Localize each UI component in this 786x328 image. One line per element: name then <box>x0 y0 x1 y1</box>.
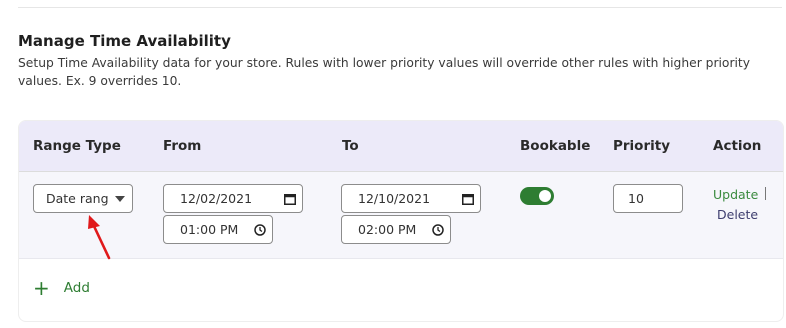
header-bookable: Bookable <box>520 138 591 154</box>
caret-down-icon <box>108 195 132 202</box>
top-divider <box>18 7 782 8</box>
table-header: Range Type From To Bookable Priority Act… <box>19 121 783 172</box>
availability-table: Range Type From To Bookable Priority Act… <box>18 120 784 322</box>
to-time-input[interactable]: 02:00 PM <box>341 215 451 244</box>
clock-icon[interactable] <box>426 223 450 236</box>
header-range-type: Range Type <box>33 138 121 154</box>
from-date-value: 12/02/2021 <box>180 191 253 206</box>
to-date-input[interactable]: 12/10/2021 <box>341 184 481 213</box>
range-type-value: Date range <box>46 191 108 206</box>
text-cursor <box>765 187 766 200</box>
calendar-icon[interactable] <box>456 193 480 205</box>
from-time-input[interactable]: 01:00 PM <box>163 215 273 244</box>
bookable-toggle[interactable] <box>520 187 554 205</box>
priority-input[interactable]: 10 <box>613 184 683 213</box>
clock-icon[interactable] <box>248 223 272 236</box>
header-to: To <box>342 138 359 154</box>
header-action: Action <box>713 138 762 154</box>
update-button[interactable]: Update <box>713 187 758 202</box>
plus-icon: + <box>33 276 50 300</box>
priority-value: 10 <box>628 191 644 206</box>
header-from: From <box>163 138 202 154</box>
to-date-value: 12/10/2021 <box>358 191 431 206</box>
section-title: Manage Time Availability <box>18 32 231 50</box>
table-row: Date range 12/02/2021 01:00 PM 12/10/202… <box>19 172 783 259</box>
delete-button[interactable]: Delete <box>717 207 758 222</box>
header-priority: Priority <box>613 138 670 154</box>
from-time-value: 01:00 PM <box>180 222 239 237</box>
toggle-knob <box>539 190 551 202</box>
from-date-input[interactable]: 12/02/2021 <box>163 184 303 213</box>
calendar-icon[interactable] <box>278 193 302 205</box>
section-description: Setup Time Availability data for your st… <box>18 56 751 88</box>
add-button[interactable]: + Add <box>33 278 90 298</box>
add-label: Add <box>63 280 90 296</box>
range-type-select[interactable]: Date range <box>33 184 133 213</box>
to-time-value: 02:00 PM <box>358 222 417 237</box>
